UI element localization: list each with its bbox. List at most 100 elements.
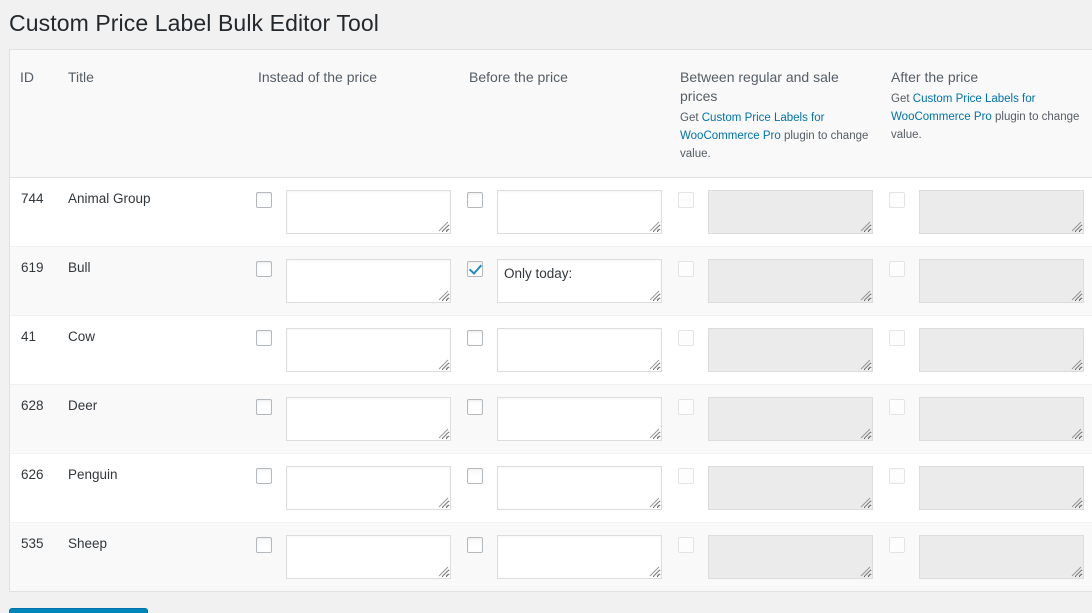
column-header-between-pro-note: Get Custom Price Labels for WooCommerce … xyxy=(680,109,871,163)
column-header-between: Between regular and sale prices Get Cust… xyxy=(670,50,882,178)
cell-instead-value[interactable] xyxy=(284,523,460,591)
textarea-before[interactable] xyxy=(497,259,663,303)
column-header-after-pro-note: Get Custom Price Labels for WooCommerce … xyxy=(891,90,1082,144)
cell-before-value[interactable] xyxy=(495,523,671,591)
price-label-table: ID Title Instead of the price Before the… xyxy=(9,49,1092,592)
column-header-after: After the price Get Custom Price Labels … xyxy=(881,50,1092,178)
cell-before-enable[interactable] xyxy=(459,523,496,591)
checkbox-before[interactable] xyxy=(467,468,484,484)
checkbox-instead[interactable] xyxy=(256,330,272,346)
cell-between-value xyxy=(706,523,882,591)
cell-product-title: Penguin xyxy=(58,454,248,523)
cell-instead-enable[interactable] xyxy=(248,316,284,385)
textarea-before[interactable] xyxy=(497,466,663,510)
cell-instead-enable[interactable] xyxy=(248,178,284,247)
cell-instead-enable[interactable] xyxy=(248,247,284,316)
checkbox-between xyxy=(678,192,695,208)
checkbox-instead[interactable] xyxy=(256,468,272,484)
textarea-wrapper-after xyxy=(919,328,1085,372)
cell-before-enable[interactable] xyxy=(459,454,496,523)
cell-product-id: 41 xyxy=(10,316,58,385)
checkbox-between xyxy=(678,261,695,277)
cell-after-value xyxy=(917,523,1092,591)
textarea-instead[interactable] xyxy=(286,466,452,510)
textarea-after xyxy=(919,466,1085,510)
cell-before-value[interactable] xyxy=(495,178,671,247)
cell-between-value xyxy=(706,316,882,385)
textarea-wrapper-between xyxy=(708,328,874,372)
checkbox-before[interactable] xyxy=(467,261,484,277)
textarea-between xyxy=(708,190,874,234)
table-row: 535 Sheep xyxy=(10,523,1092,591)
textarea-wrapper-between xyxy=(708,535,874,579)
cell-between-enable xyxy=(670,316,707,385)
textarea-wrapper-instead xyxy=(286,466,452,510)
pro-note-prefix: Get xyxy=(891,93,913,105)
cell-instead-value[interactable] xyxy=(284,178,460,247)
textarea-before[interactable] xyxy=(497,535,663,579)
checkbox-between xyxy=(678,330,695,346)
table-row: 628 Deer xyxy=(10,385,1092,454)
textarea-before[interactable] xyxy=(497,328,663,372)
textarea-wrapper-instead xyxy=(286,328,452,372)
cell-instead-value[interactable] xyxy=(284,316,460,385)
checkbox-between xyxy=(678,399,695,415)
textarea-instead[interactable] xyxy=(286,535,452,579)
cell-before-enable[interactable] xyxy=(459,316,496,385)
textarea-before[interactable] xyxy=(497,397,663,441)
column-header-after-label: After the price xyxy=(891,69,979,85)
save-price-labels-button[interactable]: Save Price Labels xyxy=(9,608,148,613)
cell-instead-enable[interactable] xyxy=(248,454,284,523)
column-header-title: Title xyxy=(58,50,248,178)
checkbox-before[interactable] xyxy=(467,399,484,415)
cell-before-value[interactable] xyxy=(495,316,671,385)
cell-product-id: 535 xyxy=(10,523,58,591)
column-header-between-label: Between regular and sale prices xyxy=(680,69,839,104)
cell-before-enable[interactable] xyxy=(459,178,496,247)
textarea-wrapper-between xyxy=(708,259,874,303)
textarea-wrapper-instead xyxy=(286,190,452,234)
cell-between-enable xyxy=(670,385,707,454)
checkbox-instead[interactable] xyxy=(256,399,272,415)
cell-after-enable xyxy=(881,247,918,316)
textarea-wrapper-before xyxy=(497,190,663,234)
cell-before-value[interactable] xyxy=(495,385,671,454)
column-header-title-label: Title xyxy=(68,69,94,85)
cell-instead-value[interactable] xyxy=(284,454,460,523)
column-header-id: ID xyxy=(10,50,58,178)
cell-after-value xyxy=(917,454,1092,523)
cell-after-enable xyxy=(881,178,918,247)
cell-between-enable xyxy=(670,178,707,247)
textarea-between xyxy=(708,259,874,303)
footer: Save Price Labels Global price labels ca… xyxy=(0,592,1092,613)
textarea-before[interactable] xyxy=(497,190,663,234)
cell-product-id: 628 xyxy=(10,385,58,454)
checkbox-before[interactable] xyxy=(467,192,484,208)
textarea-instead[interactable] xyxy=(286,328,452,372)
cell-before-enable[interactable] xyxy=(459,385,496,454)
textarea-instead[interactable] xyxy=(286,259,452,303)
cell-before-value[interactable] xyxy=(495,247,671,316)
checkbox-after xyxy=(889,330,906,346)
checkbox-instead[interactable] xyxy=(256,537,272,553)
cell-product-title: Deer xyxy=(58,385,248,454)
cell-before-enable[interactable] xyxy=(459,247,496,316)
cell-after-value xyxy=(917,316,1092,385)
checkbox-instead[interactable] xyxy=(256,261,272,277)
textarea-wrapper-before xyxy=(497,328,663,372)
checkbox-before[interactable] xyxy=(467,537,484,553)
textarea-after xyxy=(919,397,1085,441)
textarea-instead[interactable] xyxy=(286,190,452,234)
cell-product-title: Bull xyxy=(58,247,248,316)
cell-instead-value[interactable] xyxy=(284,247,460,316)
checkbox-instead[interactable] xyxy=(256,192,272,208)
cell-instead-enable[interactable] xyxy=(248,523,284,591)
cell-instead-value[interactable] xyxy=(284,385,460,454)
cell-before-value[interactable] xyxy=(495,454,671,523)
pro-note-prefix: Get xyxy=(680,112,702,124)
cell-instead-enable[interactable] xyxy=(248,385,284,454)
checkbox-before[interactable] xyxy=(467,330,484,346)
cell-product-id: 619 xyxy=(10,247,58,316)
table-row: 626 Penguin xyxy=(10,454,1092,523)
textarea-instead[interactable] xyxy=(286,397,452,441)
